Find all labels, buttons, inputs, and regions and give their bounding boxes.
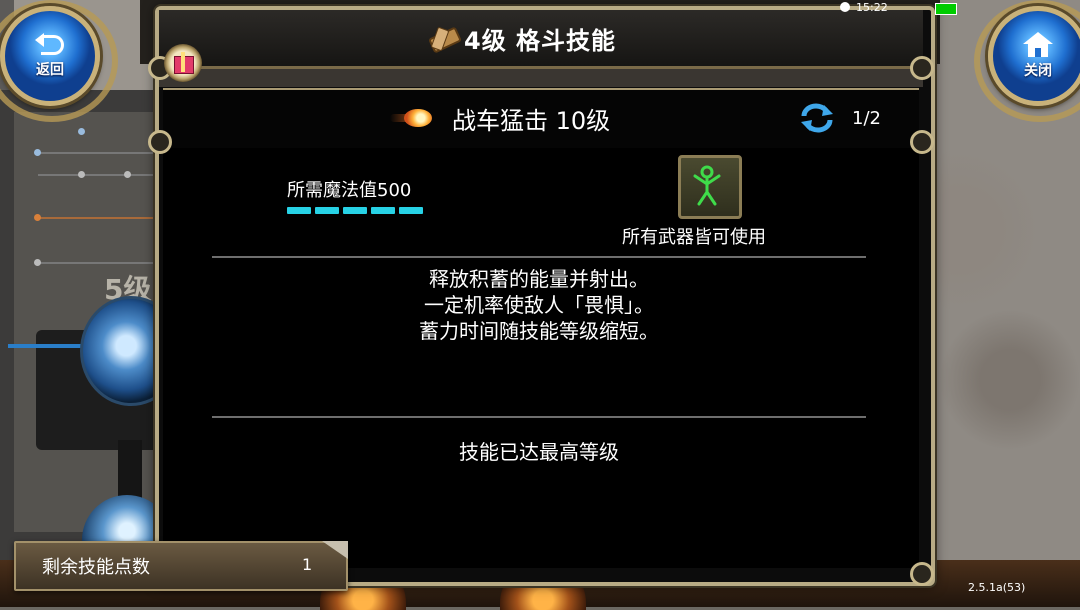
home-icon xyxy=(1023,32,1053,58)
gift-icon[interactable] xyxy=(164,44,202,82)
description-line: 释放积蓄的能量并射出。 xyxy=(429,267,649,291)
corner-ornament xyxy=(148,130,172,154)
divider xyxy=(212,256,866,258)
close-button-label: 关闭 xyxy=(1024,63,1052,79)
tree-line xyxy=(38,174,158,176)
max-level-status: 技能已达最高等级 xyxy=(459,440,619,464)
divider xyxy=(212,416,866,418)
tree-line xyxy=(38,152,158,154)
battery-icon xyxy=(935,3,957,15)
tree-line xyxy=(38,262,158,264)
mp-bar-segment xyxy=(371,207,395,214)
version-label: 2.5.1a(53) xyxy=(968,581,1026,594)
skill-description: 释放积蓄的能量并射出。 一定机率使敌人「畏惧」。 蓄力时间随技能等级缩短。 xyxy=(212,266,866,344)
tree-node xyxy=(34,149,41,156)
header-title-group: 4级 格斗技能 xyxy=(428,20,616,56)
mp-bar-segment xyxy=(315,207,339,214)
alarm-icon xyxy=(840,2,850,12)
mp-bar-segment xyxy=(343,207,367,214)
mp-bar-segment xyxy=(399,207,423,214)
mp-bar xyxy=(287,207,423,214)
tree-node xyxy=(78,171,85,178)
mp-bar-segment xyxy=(287,207,311,214)
tree-node xyxy=(124,171,131,178)
refresh-icon[interactable] xyxy=(800,103,834,133)
page-indicator: 1/2 xyxy=(852,108,881,129)
skill-title: 战车猛击 10级 xyxy=(452,106,611,135)
tree-node xyxy=(78,128,85,135)
status-time: 15:22 xyxy=(856,0,888,14)
description-line: 蓄力时间随技能等级缩短。 xyxy=(419,319,659,343)
description-line: 一定机率使敌人「畏惧」。 xyxy=(424,293,654,317)
skill-title-group: 战车猛击 10级 xyxy=(390,98,610,138)
panel-corner xyxy=(322,541,348,559)
tree-line xyxy=(38,217,158,219)
status-bar: 15:22 xyxy=(840,0,950,14)
stick-figure-icon xyxy=(693,165,721,206)
mp-requirement-label: 所需魔法值500 xyxy=(287,180,412,201)
skill-points-value: 1 xyxy=(302,555,313,574)
skill-points-label: 剩余技能点数 xyxy=(42,557,150,578)
back-arrow-icon xyxy=(35,33,65,57)
tree-node xyxy=(34,259,41,266)
back-button[interactable]: 返回 xyxy=(0,6,100,106)
corner-ornament xyxy=(910,130,934,154)
weapon-bundle-icon xyxy=(428,24,462,54)
back-button-label: 返回 xyxy=(36,62,64,78)
weapon-caption: 所有武器皆可使用 xyxy=(622,227,766,248)
close-button[interactable]: 关闭 xyxy=(988,6,1080,106)
background-blue-bar xyxy=(8,344,88,348)
page-title: 4级 格斗技能 xyxy=(464,26,617,55)
dialog-separator xyxy=(159,69,923,87)
corner-ornament xyxy=(910,562,934,586)
fire-bullet-icon xyxy=(390,105,434,131)
weapon-type-badge xyxy=(678,155,742,219)
skill-detail-panel xyxy=(163,148,919,568)
tree-node xyxy=(34,214,41,221)
corner-ornament xyxy=(910,56,934,80)
